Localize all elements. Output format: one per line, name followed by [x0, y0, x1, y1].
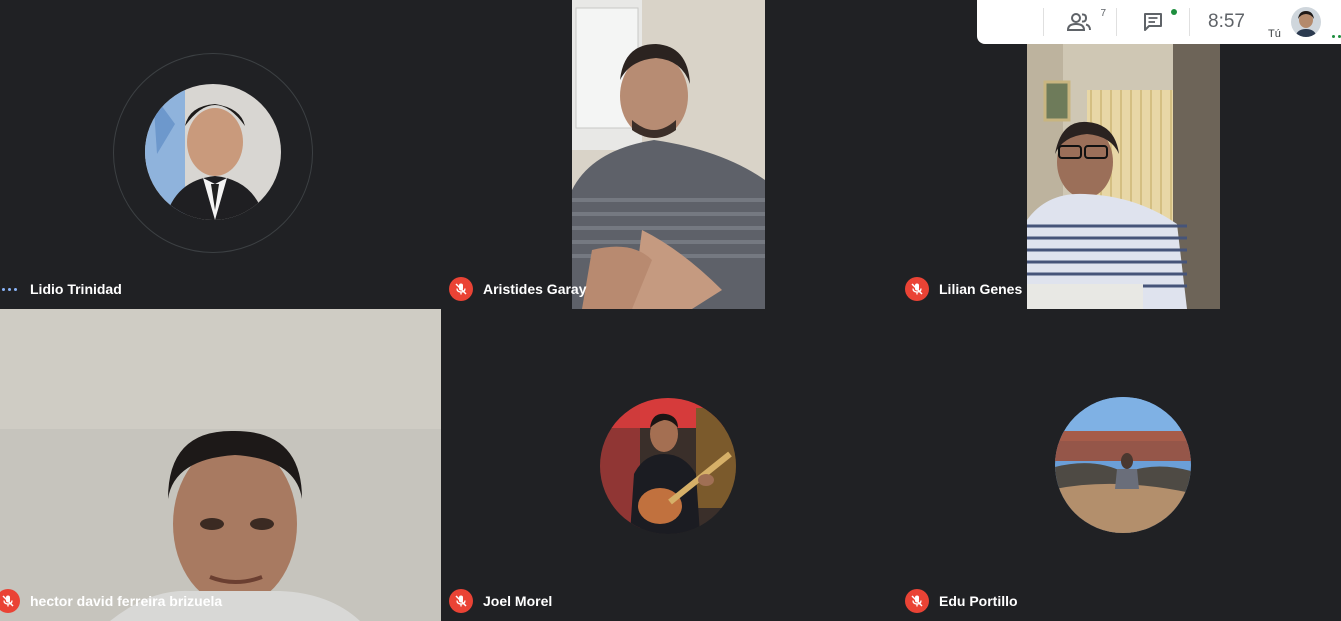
- avatar-lidio-trinidad: [145, 84, 281, 220]
- participant-tile-hector-david-ferreira-brizuela[interactable]: hector david ferreira brizuela: [0, 309, 441, 621]
- name-bar: Lidio Trinidad: [0, 277, 122, 301]
- video-feed-aristides-garay: [572, 0, 765, 309]
- meeting-topbar: 7 8:57 Tú: [977, 0, 1341, 44]
- mic-off-icon: [449, 277, 473, 301]
- participants-count: 7: [1100, 8, 1106, 19]
- people-icon: [1067, 13, 1091, 31]
- avatar-edu-portillo: [1055, 397, 1191, 533]
- video-feed-hector-david-ferreira-brizuela: [0, 309, 441, 621]
- participant-name: Aristides Garay: [483, 281, 587, 297]
- speaking-indicator-icon: [2, 287, 17, 291]
- self-speaking-indicator-icon: [1331, 35, 1341, 38]
- participant-tile-lidio-trinidad[interactable]: Lidio Trinidad: [0, 0, 441, 309]
- participants-grid: Lidio Trinidad Aristides Garay Lilian Ge…: [0, 0, 1341, 621]
- participant-tile-joel-morel[interactable]: Joel Morel: [441, 309, 897, 621]
- chat-button[interactable]: [1117, 0, 1189, 44]
- chat-notification-dot: [1171, 9, 1177, 15]
- name-bar: Joel Morel: [441, 589, 552, 613]
- participant-name: Lilian Genes: [939, 281, 1023, 297]
- name-bar: Edu Portillo: [897, 589, 1018, 613]
- chat-icon: [1144, 13, 1162, 31]
- mic-off-icon: [905, 277, 929, 301]
- participant-tile-lilian-genes[interactable]: Lilian Genes: [897, 0, 1341, 309]
- participant-name: hector david ferreira brizuela: [30, 593, 223, 609]
- mic-off-icon: [449, 589, 473, 613]
- participant-name: Lidio Trinidad: [30, 281, 122, 297]
- name-bar: hector david ferreira brizuela: [0, 589, 222, 613]
- participant-name: Edu Portillo: [939, 593, 1018, 609]
- mic-off-icon: [0, 589, 20, 613]
- self-view-tile[interactable]: Tú: [1263, 0, 1341, 44]
- name-bar: Aristides Garay: [441, 277, 587, 301]
- video-feed-lilian-genes: [1027, 44, 1220, 309]
- name-bar: Lilian Genes: [897, 277, 1022, 301]
- self-label: Tú: [1267, 28, 1281, 40]
- mic-off-icon: [905, 589, 929, 613]
- participant-tile-edu-portillo[interactable]: Edu Portillo: [897, 309, 1341, 621]
- participant-tile-aristides-garay[interactable]: Aristides Garay: [441, 0, 897, 309]
- participants-button[interactable]: 7: [1044, 0, 1116, 44]
- participant-name: Joel Morel: [483, 593, 553, 609]
- meeting-clock: 8:57: [1208, 11, 1245, 32]
- self-avatar: [1290, 7, 1321, 37]
- avatar-joel-morel: [600, 398, 736, 534]
